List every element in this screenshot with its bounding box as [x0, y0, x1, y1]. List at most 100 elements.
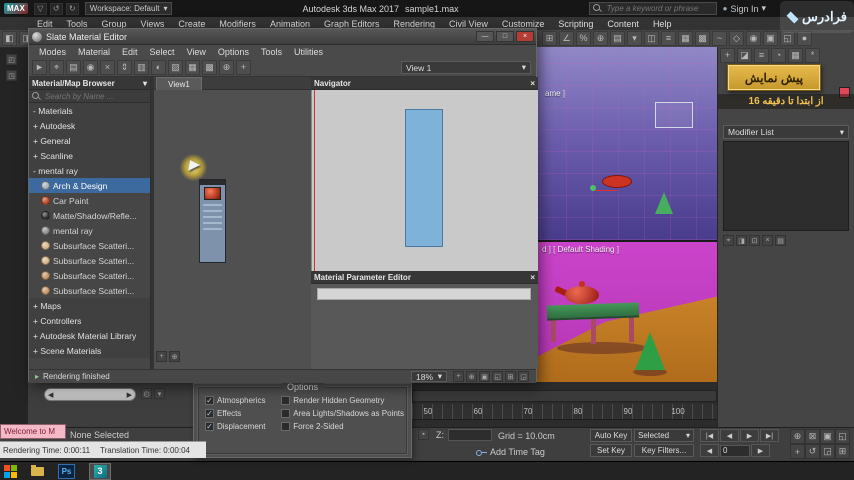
menu-item-edit[interactable]: Edit [30, 19, 60, 29]
slate-menu-select[interactable]: Select [144, 47, 181, 57]
render-option-atmospherics[interactable]: ✓ Atmospherics [205, 396, 277, 405]
maximize-button[interactable]: □ [496, 31, 514, 42]
snap-toggle-icon[interactable]: ⊞ [542, 31, 557, 46]
photoshop-icon[interactable]: Ps [58, 463, 75, 479]
browser-search-input[interactable] [43, 90, 135, 102]
percent-snap-icon[interactable]: % [576, 31, 591, 46]
hierarchy-tab-icon[interactable]: ≡ [754, 48, 769, 63]
set-key-button[interactable]: Set Key [590, 444, 632, 457]
redo-icon[interactable]: ↻ [65, 2, 79, 15]
browser-group-scene-materials[interactable]: + Scene Materials [29, 343, 150, 358]
slate-menu-modes[interactable]: Modes [33, 47, 72, 57]
navigator-header[interactable]: Navigator × [311, 77, 538, 90]
render-option-effects[interactable]: ✓ Effects [205, 409, 277, 418]
layout-tab-icon[interactable]: ◳ [6, 70, 17, 81]
status-zoom-region-icon[interactable]: ◱ [492, 371, 503, 382]
slate-titlebar[interactable]: Slate Material Editor — □ × [29, 29, 536, 45]
pan-view-icon[interactable]: + [790, 444, 805, 459]
menu-item-group[interactable]: Group [95, 19, 134, 29]
selection-set-dropdown[interactable]: Selected ▾ [634, 429, 694, 442]
zoom-all-icon[interactable]: ⊠ [805, 429, 820, 444]
zoom-tool-icon[interactable]: ⊕ [219, 60, 234, 75]
next-frame-icon[interactable]: ▶ [127, 391, 132, 399]
track-bar-band[interactable] [412, 390, 717, 402]
menu-item-graph-editors[interactable]: Graph Editors [317, 19, 387, 29]
layout-all-icon[interactable]: ▦ [185, 60, 200, 75]
key-filters-button[interactable]: Key Filters... [634, 444, 694, 457]
viewport-label[interactable]: ame ] [545, 89, 565, 98]
slate-menu-tools[interactable]: Tools [255, 47, 288, 57]
rendered-frame-icon[interactable]: ◱ [780, 31, 795, 46]
show-shaded-material-icon[interactable]: ◐ [151, 60, 166, 75]
checkbox-icon[interactable]: ✓ [205, 422, 214, 431]
scene-cone-wire[interactable] [655, 192, 673, 214]
checkbox-icon[interactable] [281, 409, 291, 418]
zoom-extents-icon[interactable]: ▣ [820, 429, 835, 444]
viewport-camera[interactable]: d ] [ Default Shading ] [537, 240, 717, 382]
zoom-icon[interactable]: ⊕ [790, 429, 805, 444]
maximize-viewport-icon[interactable]: ◲ [820, 444, 835, 459]
curve-editor-icon[interactable]: ~ [712, 31, 727, 46]
time-slider[interactable]: ◀ ▶ [44, 388, 136, 401]
next-frame-button[interactable]: ▶ [751, 444, 770, 457]
close-icon[interactable]: × [530, 79, 535, 88]
checkbox-icon[interactable]: ✓ [205, 396, 214, 405]
browser-item-subsurface-scatteri[interactable]: Subsurface Scatteri... [29, 253, 150, 268]
angle-snap-icon[interactable]: ∠ [559, 31, 574, 46]
node-slot[interactable] [203, 228, 222, 230]
zoom-region-icon[interactable]: ◱ [835, 429, 850, 444]
workspace-selector[interactable]: Workspace: Default ▾ [84, 2, 173, 15]
render-option-force-2-sided[interactable]: Force 2-Sided [281, 422, 404, 431]
current-frame-field[interactable] [720, 444, 750, 457]
hide-unused-nodeslots-icon[interactable]: ▥ [134, 60, 149, 75]
material-node[interactable] [199, 179, 226, 263]
start-button[interactable] [4, 464, 17, 478]
select-tool-icon[interactable]: ► [32, 60, 47, 75]
schematic-view-icon[interactable]: ◇ [729, 31, 744, 46]
remove-modifier-icon[interactable]: × [762, 235, 773, 246]
selection-lock-icon[interactable]: ▪ [418, 429, 429, 440]
browser-item-car-paint[interactable]: Car Paint [29, 193, 150, 208]
status-fit-view-icon[interactable]: ⊞ [505, 371, 516, 382]
navigator-body[interactable] [311, 90, 538, 271]
close-icon[interactable]: × [530, 273, 535, 282]
named-selection-dropdown-icon[interactable]: ▾ [627, 31, 642, 46]
zoom-level-dropdown[interactable]: 18% ▾ [411, 371, 447, 382]
browser-item-subsurface-scatteri[interactable]: Subsurface Scatteri... [29, 268, 150, 283]
browser-group-autodesk-material-library[interactable]: + Autodesk Material Library [29, 328, 150, 343]
maxscript-mini-listener[interactable]: Welcome to M [0, 424, 66, 439]
move-children-icon[interactable]: ⇕ [117, 60, 132, 75]
previous-key-button[interactable]: ◀ [720, 429, 739, 442]
orbit-icon[interactable]: ↺ [805, 444, 820, 459]
param-editor-field[interactable] [317, 288, 531, 300]
undo-icon[interactable]: ↺ [49, 2, 63, 15]
scene-explorer-icon[interactable]: ▩ [695, 31, 710, 46]
slate-menu-options[interactable]: Options [212, 47, 255, 57]
pan-tool-icon[interactable]: + [236, 60, 251, 75]
scene-teapot-wire[interactable] [602, 175, 632, 188]
delete-selected-icon[interactable]: × [100, 60, 115, 75]
previous-frame-icon[interactable]: ◀ [48, 391, 53, 399]
scene-box-wireframe[interactable] [655, 102, 693, 128]
show-end-result-icon[interactable]: ◨ [736, 235, 747, 246]
scene-sphere-wire[interactable] [590, 185, 596, 191]
display-tab-icon[interactable]: ▦ [788, 48, 803, 63]
node-slot[interactable] [203, 204, 222, 206]
create-tab-icon[interactable]: + [720, 48, 735, 63]
global-search[interactable] [588, 2, 717, 15]
mirror-icon[interactable]: ◫ [644, 31, 659, 46]
open-mini-curve-editor-icon[interactable]: ◴ [141, 388, 152, 399]
render-option-displacement[interactable]: ✓ Displacement [205, 422, 277, 431]
motion-tab-icon[interactable]: ◔ [771, 48, 786, 63]
pin-stack-icon[interactable]: ⌖ [723, 235, 734, 246]
menu-item-scripting[interactable]: Scripting [551, 19, 600, 29]
browser-item-arch-design[interactable]: Arch & Design [29, 178, 150, 193]
search-input[interactable] [604, 3, 713, 14]
slate-menu-utilities[interactable]: Utilities [288, 47, 329, 57]
save-icon[interactable]: ▽ [33, 2, 47, 15]
modifier-stack[interactable] [723, 141, 849, 231]
canvas-zoom-icon[interactable]: ⊕ [169, 351, 180, 362]
browser-group-general[interactable]: + General [29, 133, 150, 148]
node-slot[interactable] [203, 216, 222, 218]
track-bar-filter-icon[interactable]: ▾ [154, 388, 165, 399]
